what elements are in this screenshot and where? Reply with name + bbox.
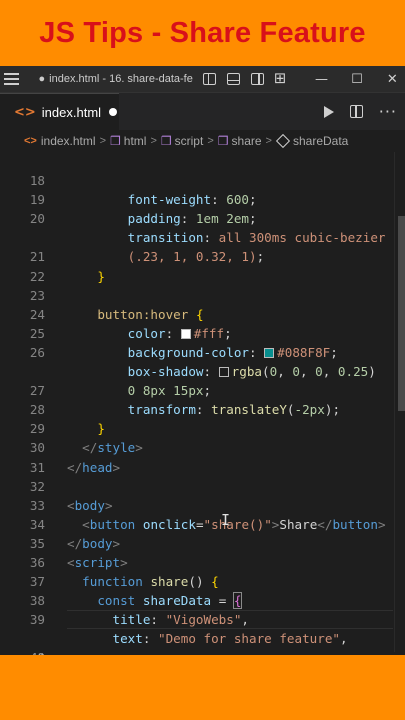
code-editor-window: ●index.html - 16. share-data-fe... — ☐ ✕… xyxy=(0,66,405,655)
maximize-icon[interactable]: ☐ xyxy=(344,72,369,87)
breadcrumb-item[interactable]: shareData xyxy=(293,134,348,148)
line-number: 26 xyxy=(29,344,45,360)
code-line: 26 box-shadow: rgba(0, 0, 0, 0.25) 0 8px… xyxy=(0,324,405,398)
minimize-icon[interactable]: — xyxy=(309,72,334,87)
tab-index-html[interactable]: <> index.html xyxy=(0,93,119,130)
breadcrumb: <> index.html > ❒ html > ❒ script > ❒ sh… xyxy=(0,130,405,152)
code-line: 31 xyxy=(0,438,405,475)
toggle-secondary-sidebar-icon[interactable] xyxy=(250,73,264,85)
title-bar: ●index.html - 16. share-data-fe... — ☐ ✕ xyxy=(0,66,405,93)
toggle-panel-icon[interactable] xyxy=(226,73,240,85)
tab-label: index.html xyxy=(41,104,102,120)
code-line: 29 </style> xyxy=(0,400,405,455)
code-line: 19 padding: 1em 2em; xyxy=(0,171,405,226)
customize-layout-icon[interactable] xyxy=(274,69,288,87)
mouse-ibeam-cursor-icon: I xyxy=(221,511,231,529)
html-file-icon: <> xyxy=(24,135,37,147)
code-line: 39 text: "Demo for share feature", xyxy=(0,591,405,646)
code-line: 18 font-weight: 600; xyxy=(0,152,405,207)
code-line: 36 function share() { xyxy=(0,534,405,589)
run-icon[interactable] xyxy=(323,105,334,118)
element-icon: ❒ xyxy=(160,134,172,148)
breadcrumb-item[interactable]: index.html xyxy=(41,134,96,148)
code-line: 33 <button onclick="share()">Share</butt… xyxy=(0,477,405,532)
code-line: 37 const shareData = { xyxy=(0,553,405,610)
element-icon: ❒ xyxy=(110,134,121,148)
chevron-right-icon: > xyxy=(207,135,214,147)
breadcrumb-item[interactable]: script xyxy=(175,134,204,148)
code-line-current[interactable]: 40 xyxy=(0,610,405,655)
vertical-scrollbar[interactable] xyxy=(398,216,405,411)
code-line: 34 </body> xyxy=(0,496,405,551)
html-file-icon: <> xyxy=(14,104,36,120)
code-line: 42 } xyxy=(0,648,405,655)
code-line: 24 color: #fff; xyxy=(0,286,405,341)
function-icon: ❒ xyxy=(217,134,229,148)
variable-icon xyxy=(275,133,291,149)
hamburger-menu-icon[interactable] xyxy=(4,73,19,85)
toggle-primary-sidebar-icon[interactable] xyxy=(202,73,216,85)
line-number: 20 xyxy=(29,211,45,227)
code-line: 23 button:hover { xyxy=(0,267,405,322)
breadcrumb-item[interactable]: html xyxy=(124,134,147,148)
code-line: 35 <script> xyxy=(0,515,405,570)
chevron-right-icon: > xyxy=(150,135,157,147)
code-line: 28 } xyxy=(0,381,405,436)
chevron-right-icon: > xyxy=(265,135,272,147)
split-editor-icon[interactable] xyxy=(349,105,363,118)
more-actions-icon[interactable]: ··· xyxy=(379,102,397,121)
breadcrumb-item[interactable]: share xyxy=(232,134,262,148)
close-icon[interactable]: ✕ xyxy=(380,72,405,87)
video-banner: JS Tips - Share Feature xyxy=(0,0,405,66)
unsaved-dot-icon[interactable] xyxy=(109,108,118,116)
code-line: 21 } xyxy=(0,228,405,283)
code-area[interactable]: 18 font-weight: 600; 19 padding: 1em 2em… xyxy=(0,152,405,655)
code-line: 30 </head> xyxy=(0,419,405,474)
window-title: ● index.html - 16. share-data-fe... xyxy=(38,73,193,85)
code-line: 41 } xyxy=(0,629,405,655)
tab-bar: <> index.html ··· xyxy=(0,93,405,130)
code-line: 32 <body> xyxy=(0,458,405,513)
banner-title: JS Tips - Share Feature xyxy=(39,16,366,49)
code-line: 27 transform: translateY(-2px); xyxy=(0,362,405,417)
current-line-highlight xyxy=(67,610,393,630)
code-line: 20 transition: all 300ms cubic-bezier (.… xyxy=(0,190,405,264)
code-line: 22 xyxy=(0,247,405,284)
code-line: 38 title: "VigoWebs", xyxy=(0,572,405,627)
chevron-right-icon: > xyxy=(99,135,106,147)
code-line: 25 background-color: #088F8F; xyxy=(0,305,405,360)
